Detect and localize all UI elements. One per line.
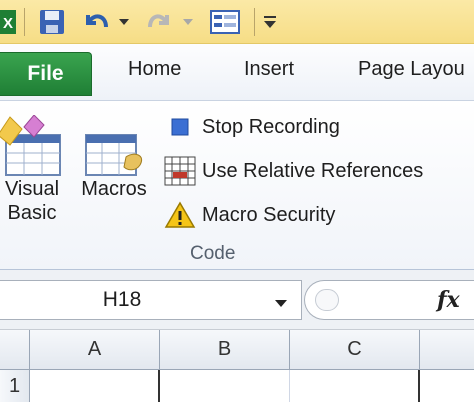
- worksheet-grid: A B C 1: [0, 330, 474, 402]
- cell-b1[interactable]: [160, 370, 290, 402]
- redo-icon: [144, 6, 174, 38]
- insert-function-icon[interactable]: fx: [437, 287, 460, 313]
- visual-basic-button[interactable]: Visual Basic: [0, 114, 64, 225]
- excel-logo-icon[interactable]: X: [0, 6, 18, 38]
- macros-label: Macros: [81, 178, 147, 200]
- undo-dropdown-icon[interactable]: [116, 6, 132, 38]
- ribbon-tabs: File Home Insert Page Layou: [0, 44, 474, 100]
- svg-text:X: X: [3, 15, 13, 32]
- tab-file[interactable]: File: [0, 52, 92, 96]
- stop-square-icon: [162, 112, 198, 142]
- toolbar-separator: [24, 8, 25, 36]
- customize-toolbar-icon[interactable]: [260, 6, 280, 38]
- column-header-d[interactable]: [420, 330, 474, 370]
- ribbon-code-group: Visual Basic Macros Stop Recording Use R…: [0, 100, 474, 270]
- name-box-dropdown-icon[interactable]: [274, 295, 288, 313]
- formula-bar: H18 fx: [0, 270, 474, 330]
- visual-basic-label-line1: Visual: [4, 178, 60, 200]
- visual-basic-icon: [0, 114, 64, 177]
- tab-home[interactable]: Home: [128, 58, 181, 81]
- cell-c1[interactable]: [290, 370, 420, 402]
- tab-insert[interactable]: Insert: [244, 58, 294, 81]
- column-header-c[interactable]: C: [290, 330, 420, 370]
- column-header-b[interactable]: B: [160, 330, 290, 370]
- stop-recording-label: Stop Recording: [202, 115, 340, 138]
- select-all-corner[interactable]: [0, 330, 30, 370]
- macro-security-button[interactable]: Macro Security: [162, 197, 335, 233]
- expand-formula-bar-icon[interactable]: [315, 289, 339, 311]
- cell-d1[interactable]: [420, 370, 474, 402]
- column-header-a[interactable]: A: [30, 330, 160, 370]
- name-box[interactable]: H18: [0, 280, 302, 320]
- row-header-1[interactable]: 1: [0, 370, 30, 402]
- warning-icon: [162, 200, 198, 230]
- use-relative-references-button[interactable]: Use Relative References: [162, 153, 423, 189]
- name-box-value: H18: [102, 288, 142, 311]
- toolbar-separator: [254, 8, 255, 36]
- formula-input[interactable]: fx: [304, 280, 474, 320]
- use-relative-references-label: Use Relative References: [202, 159, 424, 182]
- cell-a1[interactable]: [30, 370, 160, 402]
- relative-references-icon: [162, 156, 198, 186]
- redo-dropdown-icon: [180, 6, 196, 38]
- visual-basic-label-line2: Basic: [7, 202, 57, 224]
- undo-icon[interactable]: [80, 6, 114, 38]
- save-icon[interactable]: [36, 6, 68, 38]
- macros-button[interactable]: Macros: [76, 115, 152, 201]
- macro-security-label: Macro Security: [202, 203, 336, 226]
- stop-recording-button[interactable]: Stop Recording: [162, 109, 340, 145]
- tab-page-layout[interactable]: Page Layou: [358, 58, 465, 81]
- quick-access-toolbar: X: [0, 0, 474, 44]
- macros-icon: [76, 115, 152, 177]
- code-group-label: Code: [190, 243, 236, 264]
- form-icon[interactable]: [208, 6, 242, 38]
